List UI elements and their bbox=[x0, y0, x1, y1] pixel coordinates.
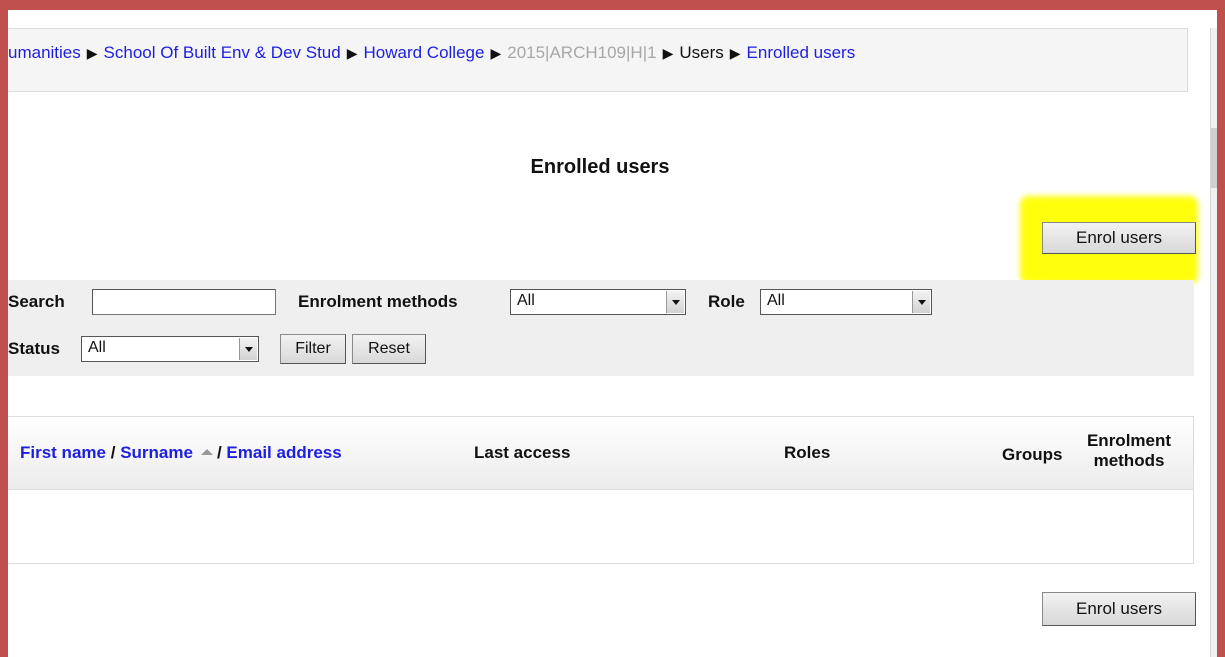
enrolment-methods-label: Enrolment methods bbox=[298, 292, 458, 311]
role-value: All bbox=[767, 292, 785, 309]
search-label: Search bbox=[8, 292, 65, 311]
header-name-email: First name / Surname / Email address bbox=[20, 443, 342, 463]
enrol-users-button-top[interactable]: Enrol users bbox=[1042, 222, 1196, 254]
navbar: umanities ▶ School Of Built Env & Dev Stud… bbox=[8, 28, 1188, 92]
breadcrumb-item-humanities[interactable]: umanities bbox=[8, 43, 81, 62]
dropdown-arrow-icon[interactable] bbox=[912, 291, 930, 313]
breadcrumb-separator-icon: ▶ bbox=[86, 45, 98, 61]
status-value: All bbox=[88, 339, 106, 356]
filter-form: Search Enrolment methods All Role All St… bbox=[8, 280, 1194, 376]
role-label: Role bbox=[708, 292, 745, 311]
search-input[interactable] bbox=[92, 289, 276, 315]
breadcrumb: umanities ▶ School Of Built Env & Dev Stud… bbox=[8, 43, 855, 63]
header-groups: Groups bbox=[1002, 445, 1063, 464]
header-enrolment-methods: Enrolment methods bbox=[1076, 431, 1182, 471]
header-roles: Roles bbox=[784, 443, 831, 462]
breadcrumb-item-course[interactable]: 2015|ARCH109|H|1 bbox=[507, 43, 656, 62]
enrolment-methods-value: All bbox=[517, 292, 535, 309]
filter-button[interactable]: Filter bbox=[280, 334, 346, 364]
dropdown-arrow-icon[interactable] bbox=[666, 291, 684, 313]
breadcrumb-item-school[interactable]: School Of Built Env & Dev Stud bbox=[104, 43, 341, 62]
header-separator: / bbox=[216, 443, 222, 462]
vertical-scrollbar[interactable] bbox=[1210, 28, 1218, 657]
enrolled-users-table: First name / Surname / Email address Last… bbox=[8, 416, 1194, 564]
breadcrumb-item-college[interactable]: Howard College bbox=[364, 43, 485, 62]
breadcrumb-separator-icon: ▶ bbox=[490, 45, 502, 61]
role-select[interactable]: All bbox=[760, 289, 932, 315]
dropdown-arrow-icon[interactable] bbox=[239, 338, 257, 360]
header-enrolment-line1: Enrolment bbox=[1086, 431, 1172, 450]
header-separator: / bbox=[110, 443, 116, 462]
enrolment-methods-select[interactable]: All bbox=[510, 289, 686, 315]
sort-surname-link[interactable]: Surname bbox=[120, 443, 193, 462]
table-header: First name / Surname / Email address Last… bbox=[8, 417, 1193, 490]
breadcrumb-separator-icon: ▶ bbox=[346, 45, 358, 61]
header-enrolment-line2: methods bbox=[1093, 451, 1165, 470]
breadcrumb-item-enrolled-users[interactable]: Enrolled users bbox=[747, 43, 856, 62]
status-label: Status bbox=[8, 339, 60, 358]
sort-first-name-link[interactable]: First name bbox=[20, 443, 106, 462]
enrol-users-button-bottom[interactable]: Enrol users bbox=[1042, 592, 1196, 626]
page-title: Enrolled users bbox=[530, 156, 670, 178]
breadcrumb-separator-icon: ▶ bbox=[729, 45, 741, 61]
reset-button[interactable]: Reset bbox=[352, 334, 426, 364]
breadcrumb-item-users: Users bbox=[679, 43, 724, 62]
header-last-access: Last access bbox=[474, 443, 571, 462]
scrollbar-thumb[interactable] bbox=[1211, 128, 1217, 188]
status-select[interactable]: All bbox=[81, 336, 259, 362]
sort-email-link[interactable]: Email address bbox=[226, 443, 341, 462]
sort-ascending-icon bbox=[200, 448, 213, 455]
breadcrumb-separator-icon: ▶ bbox=[662, 45, 674, 61]
